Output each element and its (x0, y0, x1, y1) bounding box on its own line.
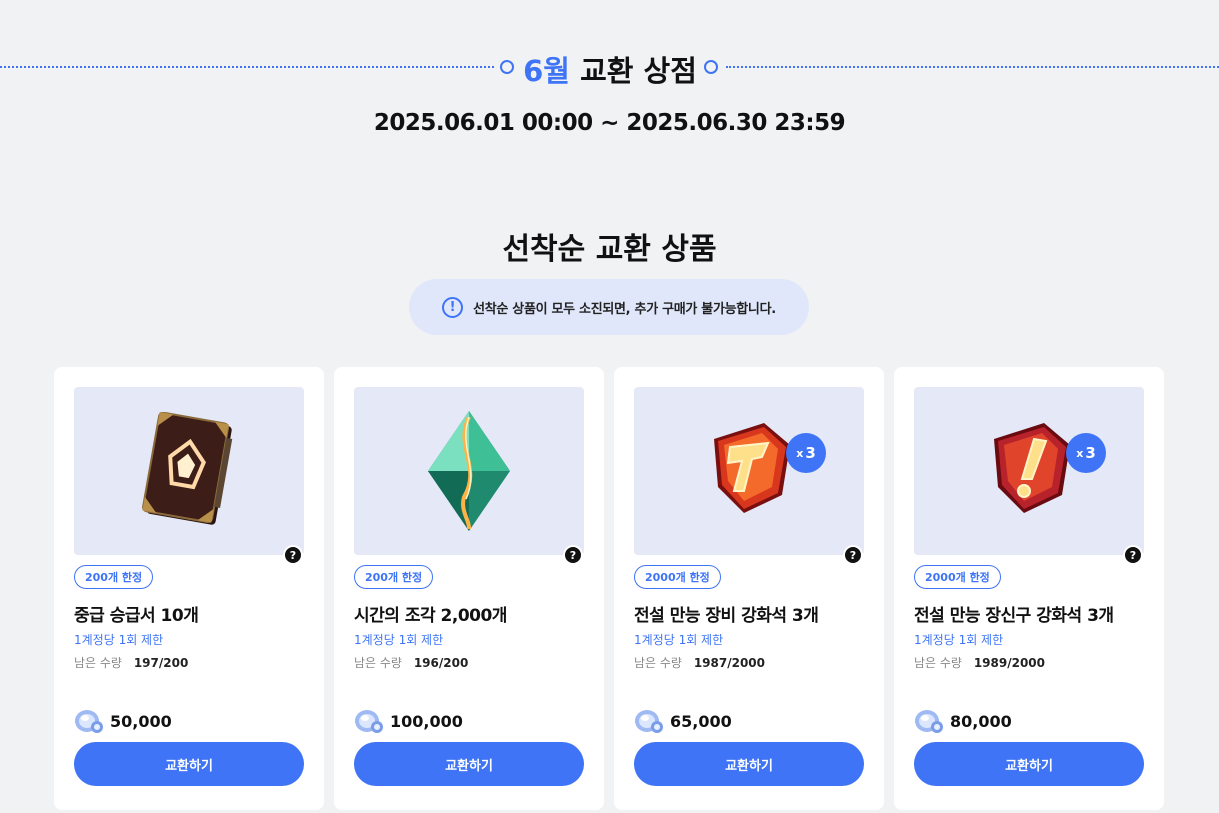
price: 50,000 (74, 707, 172, 735)
remaining-label: 남은 수량 (354, 656, 402, 670)
multiplier-x: x (796, 446, 804, 460)
exchange-button[interactable]: 교환하기 (74, 742, 304, 786)
remaining-value: 1989/2000 (973, 656, 1045, 670)
remaining-value: 1987/2000 (693, 656, 765, 670)
product-thumbnail (74, 387, 304, 555)
product-thumbnail (354, 387, 584, 555)
info-icon: ! (442, 296, 464, 318)
book-icon (142, 412, 233, 525)
product-card: x 3 ? 2000개 한정 전설 만능 장비 강화석 3개 1계정당 1회 제… (614, 367, 884, 810)
multiplier-value: 3 (1085, 444, 1096, 462)
product-card: ? 200개 한정 시간의 조각 2,000개 1계정당 1회 제한 남은 수량… (334, 367, 604, 810)
notice-banner: ! 선착순 상품이 모두 소진되면, 추가 구매가 불가능합니다. (409, 279, 809, 335)
remaining-quantity: 남은 수량 197/200 (74, 654, 188, 671)
remaining-label: 남은 수량 (74, 656, 122, 670)
remaining-value: 196/200 (413, 656, 469, 670)
event-period: 2025.06.01 00:00 ~ 2025.06.30 23:59 (373, 110, 846, 136)
help-icon[interactable]: ? (1123, 545, 1143, 565)
dotted-divider-right (726, 66, 1219, 68)
exchange-button[interactable]: 교환하기 (914, 742, 1144, 786)
remaining-label: 남은 수량 (914, 656, 962, 670)
limited-badge: 200개 한정 (354, 565, 434, 589)
shop-title-month: 6월 (523, 54, 570, 88)
exchange-button[interactable]: 교환하기 (354, 742, 584, 786)
price-value: 50,000 (110, 711, 172, 731)
crystal-icon (428, 411, 510, 531)
ring-ornament-right (704, 60, 718, 74)
section-title: 선착순 교환 상품 (502, 232, 717, 267)
price-value: 80,000 (950, 711, 1012, 731)
remaining-label: 남은 수량 (634, 656, 682, 670)
price: 65,000 (634, 707, 732, 735)
product-list: ? 200개 한정 중급 승급서 10개 1계정당 1회 제한 남은 수량 19… (54, 367, 1164, 813)
quantity-multiplier-badge: x 3 (786, 433, 826, 473)
dotted-divider-left (0, 66, 494, 68)
currency-icon (355, 710, 383, 733)
multiplier-x: x (1076, 446, 1084, 460)
currency-icon (75, 710, 103, 733)
product-thumbnail: x 3 (914, 387, 1144, 555)
purchase-limit: 1계정당 1회 제한 (634, 633, 724, 647)
product-thumbnail: x 3 (634, 387, 864, 555)
multiplier-value: 3 (805, 444, 816, 462)
help-icon[interactable]: ? (283, 545, 303, 565)
product-card: x 3 ? 2000개 한정 전설 만능 장신구 강화석 3개 1계정당 1회 … (894, 367, 1164, 810)
quantity-multiplier-badge: x 3 (1066, 433, 1106, 473)
ring-ornament-left (500, 60, 514, 74)
currency-icon (635, 710, 663, 733)
accessory-stone-icon (994, 423, 1070, 513)
notice-text: 선착순 상품이 모두 소진되면, 추가 구매가 불가능합니다. (473, 301, 776, 317)
price: 80,000 (914, 707, 1012, 735)
currency-icon (915, 710, 943, 733)
limited-badge: 200개 한정 (74, 565, 154, 589)
remaining-quantity: 남은 수량 196/200 (354, 654, 468, 671)
purchase-limit: 1계정당 1회 제한 (914, 633, 1004, 647)
limited-badge: 2000개 한정 (634, 565, 721, 589)
shop-title-label: 교환 상점 (580, 54, 697, 88)
product-name: 전설 만능 장신구 강화석 3개 (914, 606, 1114, 626)
exchange-button[interactable]: 교환하기 (634, 742, 864, 786)
help-icon[interactable]: ? (843, 545, 863, 565)
product-name: 시간의 조각 2,000개 (354, 606, 507, 626)
product-name: 중급 승급서 10개 (74, 606, 199, 626)
limited-badge: 2000개 한정 (914, 565, 1001, 589)
remaining-value: 197/200 (133, 656, 189, 670)
purchase-limit: 1계정당 1회 제한 (74, 633, 164, 647)
price: 100,000 (354, 707, 463, 735)
product-card: ? 200개 한정 중급 승급서 10개 1계정당 1회 제한 남은 수량 19… (54, 367, 324, 810)
shop-title-row: 6월 교환 상점 (0, 46, 1219, 88)
shop-title: 6월 교환 상점 (520, 48, 700, 90)
remaining-quantity: 남은 수량 1987/2000 (634, 654, 765, 671)
remaining-quantity: 남은 수량 1989/2000 (914, 654, 1045, 671)
help-icon[interactable]: ? (563, 545, 583, 565)
equipment-stone-icon (714, 423, 790, 513)
purchase-limit: 1계정당 1회 제한 (354, 633, 444, 647)
price-value: 100,000 (390, 711, 463, 731)
price-value: 65,000 (670, 711, 732, 731)
product-name: 전설 만능 장비 강화석 3개 (634, 606, 819, 626)
